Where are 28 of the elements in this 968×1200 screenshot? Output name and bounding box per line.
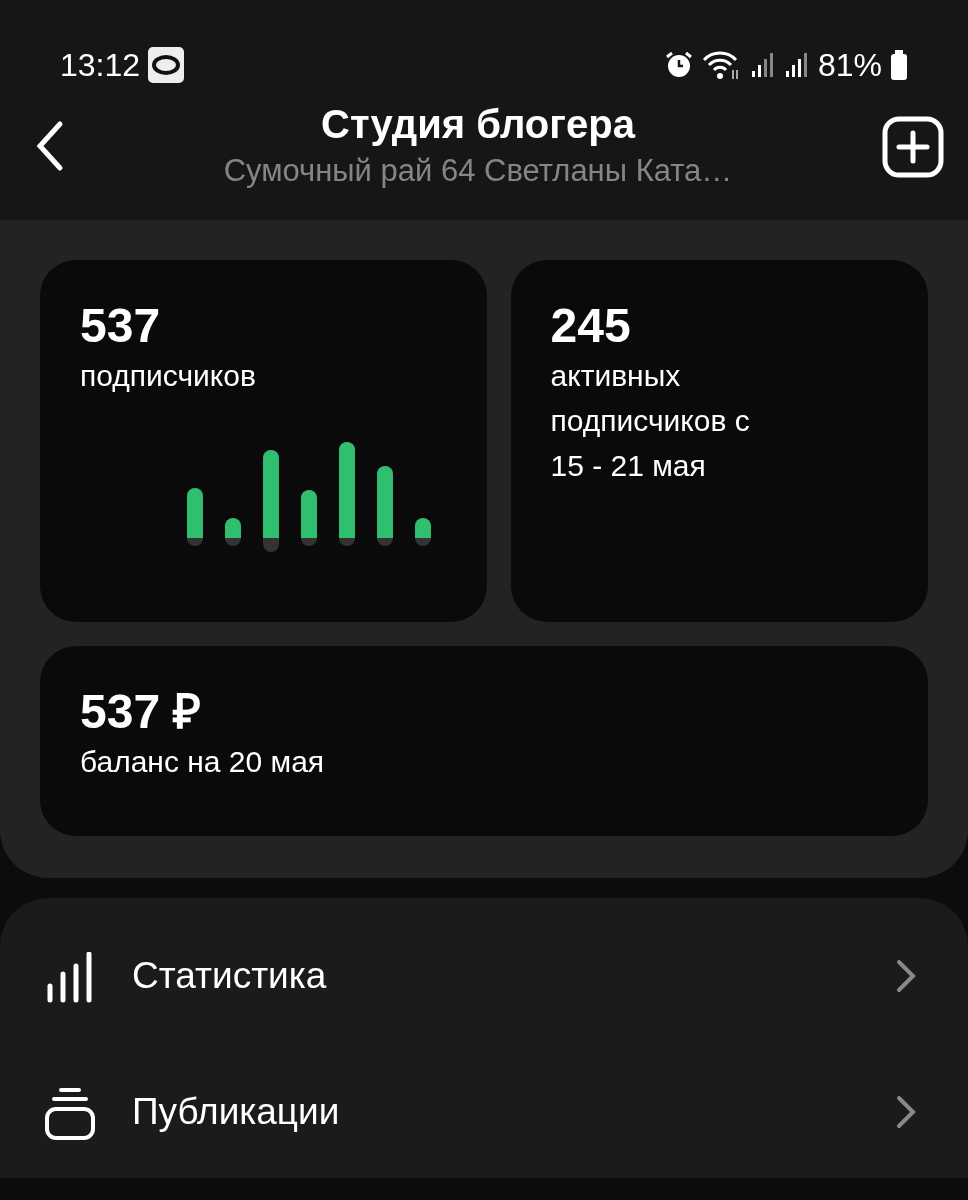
battery-icon (890, 50, 908, 80)
chart-bar (186, 487, 203, 546)
stack-icon (44, 1086, 96, 1141)
stat-label: активных подписчиков с 15 - 21 мая (550, 357, 751, 484)
battery-percent: 81% (817, 46, 882, 85)
stat-label: подписчиков (80, 357, 257, 394)
stat-value: 537 ₽ (80, 686, 203, 739)
stat-label: баланс на 20 мая (80, 743, 326, 780)
page-subtitle: Сумочный рай 64 Светланы Ката… (223, 152, 733, 190)
notification-icon (148, 47, 185, 83)
stat-value: 537 (80, 300, 162, 353)
subscribers-card[interactable]: 537 подписчиков (40, 260, 487, 622)
chart-bar (300, 489, 317, 546)
chart-bar (414, 517, 431, 546)
clock-time: 13:12 (60, 46, 141, 85)
alarm-icon (663, 50, 694, 80)
menu-item[interactable]: Статистика (0, 908, 968, 1044)
signal-icon (749, 51, 776, 79)
chevron-icon (896, 959, 916, 993)
page-title: Студия блогера (320, 101, 637, 148)
chevron-icon (896, 1095, 916, 1129)
menu-item[interactable]: Публикации (0, 1044, 968, 1180)
active-subscribers-card[interactable]: 245 активных подписчиков с 15 - 21 мая (510, 260, 928, 622)
balance-card[interactable]: 537 ₽ баланс на 20 мая (40, 646, 928, 836)
stat-value: 245 (550, 300, 632, 353)
chart-bar (224, 517, 241, 546)
signal-icon (783, 51, 810, 79)
add-button[interactable] (882, 116, 944, 178)
